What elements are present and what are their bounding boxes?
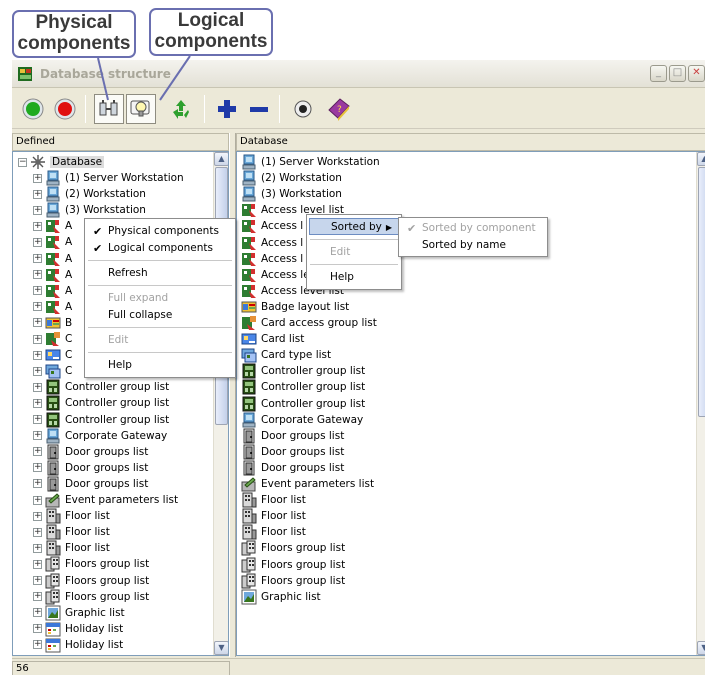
- callout-leader-lines: [97, 55, 191, 101]
- logical-leader-line: [159, 55, 191, 101]
- physical-leader-line: [97, 57, 109, 101]
